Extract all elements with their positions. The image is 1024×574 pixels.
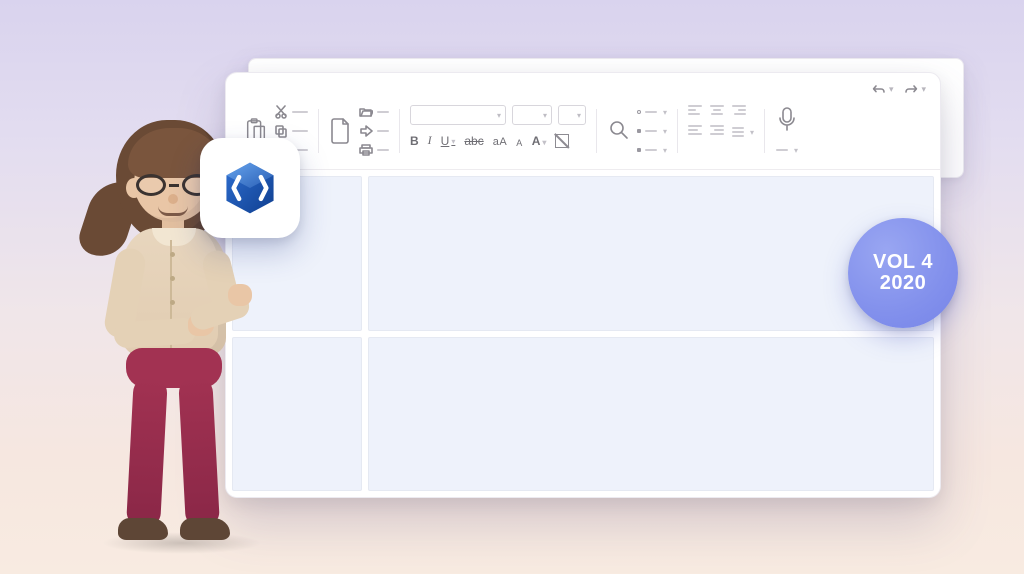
voice-more-button[interactable]: ▾: [776, 143, 798, 157]
ribbon-group-voice: ▾: [767, 103, 807, 159]
ribbon-group-paragraph: ▾: [680, 103, 762, 159]
search-icon: [607, 116, 631, 146]
find-button[interactable]: [607, 116, 631, 146]
chevron-down-icon: ▾: [497, 111, 501, 120]
decrease-font-button[interactable]: A: [516, 138, 523, 148]
dictate-button[interactable]: [775, 105, 799, 135]
volume-badge: VOL 4 2020: [848, 218, 958, 328]
chevron-down-icon: ▾: [451, 137, 455, 146]
align-left-button[interactable]: [688, 105, 702, 115]
app-icon-card: [200, 138, 300, 238]
bullet-list-button[interactable]: ▾: [637, 105, 667, 119]
chevron-down-icon: ▾: [663, 146, 667, 155]
winui-logo-icon: [221, 159, 279, 217]
align-right-button[interactable]: [732, 105, 746, 115]
indent-increase-button[interactable]: [710, 125, 724, 139]
indent-decrease-button[interactable]: [688, 125, 702, 139]
ribbon: ▾ ▾ ▾ B I U▾ abc aA A A▾ ▾: [226, 101, 940, 170]
content-grid: [226, 170, 940, 497]
microphone-icon: [777, 106, 797, 134]
grid-cell[interactable]: [368, 337, 934, 492]
multilevel-list-button[interactable]: ▾: [637, 143, 667, 157]
print-button[interactable]: [359, 143, 389, 157]
badge-line1: VOL 4: [873, 251, 933, 274]
copy-button[interactable]: [274, 124, 308, 138]
ribbon-group-editing: ▾ ▾ ▾: [599, 103, 675, 159]
folder-open-icon: [359, 106, 373, 118]
undo-icon: [871, 82, 887, 96]
align-center-button[interactable]: [710, 105, 724, 115]
open-button[interactable]: [359, 105, 389, 119]
cut-icon: [274, 105, 288, 119]
clear-formatting-button[interactable]: [555, 134, 569, 148]
font-size-combo[interactable]: ▾: [512, 105, 552, 125]
increase-font-button[interactable]: aA: [493, 136, 507, 148]
share-icon: [359, 125, 373, 137]
font-color-button[interactable]: A▾: [532, 134, 547, 148]
quick-access-toolbar: ▾ ▾: [226, 73, 940, 101]
redo-button[interactable]: ▾: [903, 82, 926, 96]
app-window: ▾ ▾: [225, 72, 941, 498]
grid-cell[interactable]: [232, 337, 362, 492]
ribbon-group-file: [321, 103, 397, 159]
new-file-button[interactable]: [329, 116, 353, 146]
grid-cell[interactable]: [368, 176, 934, 331]
italic-button[interactable]: I: [428, 133, 432, 148]
chevron-down-icon: ▾: [794, 146, 798, 155]
ribbon-group-font: ▾ ▾ ▾ B I U▾ abc aA A A▾: [402, 103, 594, 159]
underline-button[interactable]: U▾: [441, 134, 456, 148]
chevron-down-icon: ▾: [750, 128, 754, 137]
share-button[interactable]: [359, 124, 389, 138]
badge-line2: 2020: [880, 272, 927, 295]
copy-icon: [274, 124, 288, 138]
strikethrough-button[interactable]: abc: [464, 134, 483, 148]
redo-icon: [903, 82, 919, 96]
chevron-down-icon: ▾: [663, 108, 667, 117]
chevron-down-icon: ▾: [889, 84, 894, 95]
font-style-combo[interactable]: ▾: [558, 105, 586, 125]
file-icon: [329, 116, 353, 146]
chevron-down-icon: ▾: [663, 127, 667, 136]
font-family-combo[interactable]: ▾: [410, 105, 506, 125]
chevron-down-icon: ▾: [921, 84, 926, 95]
print-icon: [359, 144, 373, 156]
bold-button[interactable]: B: [410, 134, 419, 148]
numbered-list-button[interactable]: ▾: [637, 124, 667, 138]
undo-button[interactable]: ▾: [871, 82, 894, 96]
line-spacing-button[interactable]: ▾: [732, 125, 754, 139]
chevron-down-icon: ▾: [577, 111, 581, 120]
cut-button[interactable]: [274, 105, 308, 119]
chevron-down-icon: ▾: [542, 138, 546, 147]
chevron-down-icon: ▾: [543, 111, 547, 120]
